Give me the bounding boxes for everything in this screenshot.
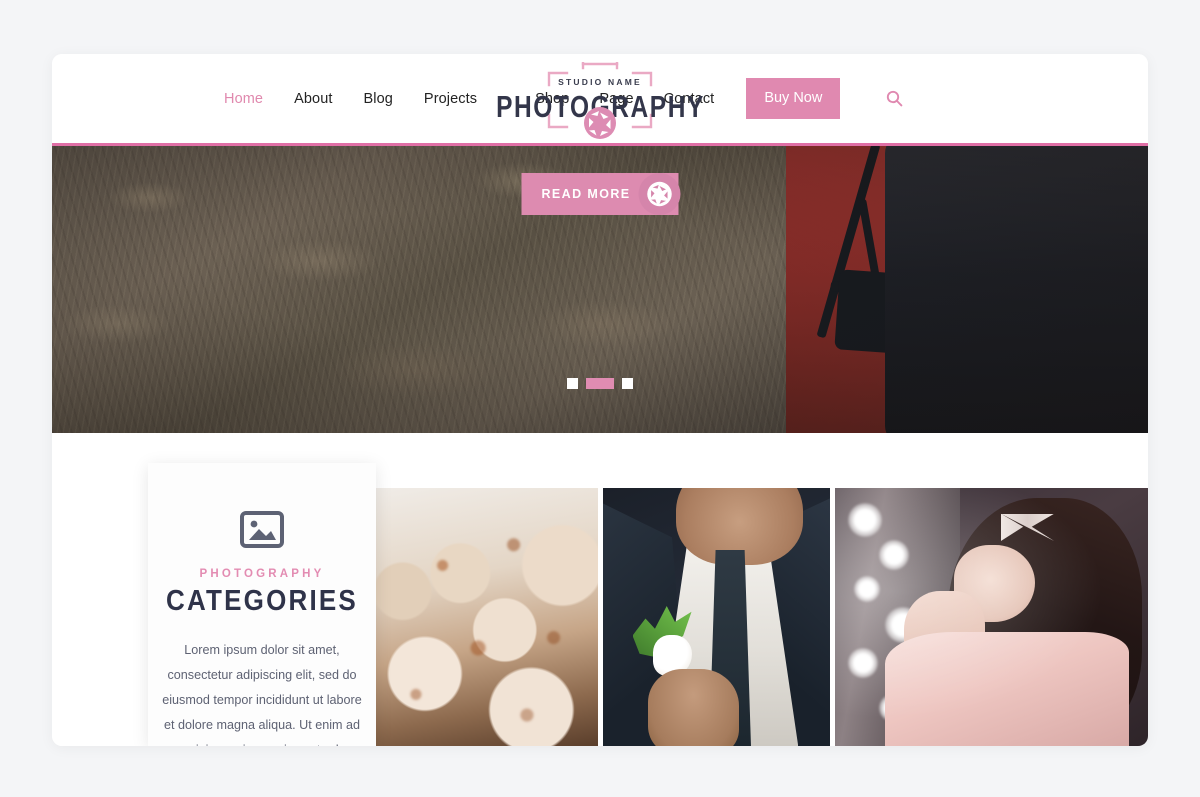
groom-photo (603, 488, 830, 746)
aperture-icon (647, 181, 672, 207)
slider-dot-3[interactable] (622, 378, 633, 389)
categories-section: PHOTOGRAPHY CATEGORIES Lorem ipsum dolor… (52, 433, 1148, 746)
categories-body: Lorem ipsum dolor sit amet, consectetur … (162, 643, 362, 746)
aperture-icon (584, 107, 616, 139)
buy-now-button[interactable]: Buy Now (746, 78, 841, 119)
slider-dot-1[interactable] (567, 378, 578, 389)
search-button[interactable] (886, 90, 903, 107)
nav-item-blog[interactable]: Blog (364, 91, 393, 107)
hand (648, 668, 740, 746)
cupcakes-photo (376, 488, 598, 746)
read-more-aperture-badge (638, 173, 681, 215)
read-more-label: READ MORE (541, 187, 631, 201)
lens-haze (835, 488, 1148, 746)
nav-item-home[interactable]: Home (224, 91, 263, 107)
slider-pagination (567, 378, 633, 389)
categories-eyebrow: PHOTOGRAPHY (199, 568, 325, 580)
site-logo[interactable]: STUDIO NAME PHOTOGRAPHY (496, 62, 703, 140)
gallery-item-cupcakes[interactable] (376, 488, 598, 746)
gallery-item-groom[interactable] (603, 488, 830, 746)
logo-studio-name: STUDIO NAME (558, 77, 642, 87)
categories-card: PHOTOGRAPHY CATEGORIES Lorem ipsum dolor… (148, 463, 376, 746)
vanity-photo (835, 488, 1148, 746)
slider-dot-2[interactable] (586, 378, 614, 389)
image-placeholder-icon (240, 511, 284, 548)
read-more-cta[interactable]: READ MORE (521, 173, 681, 215)
hero-slider: READ MORE (52, 143, 1148, 433)
search-icon (887, 90, 903, 107)
categories-title: CATEGORIES (166, 583, 358, 617)
categories-icon-wrap (148, 511, 376, 548)
site-header: Home About Blog Projects STUDIO NAME PHO… (52, 54, 1148, 143)
website-page-container: Home About Blog Projects STUDIO NAME PHO… (52, 54, 1148, 746)
photo-gallery (376, 488, 1148, 746)
nav-item-about[interactable]: About (294, 91, 332, 107)
nav-item-projects[interactable]: Projects (424, 91, 477, 107)
gallery-item-vanity[interactable] (835, 488, 1148, 746)
primary-navigation-left: Home About Blog Projects (224, 91, 477, 107)
